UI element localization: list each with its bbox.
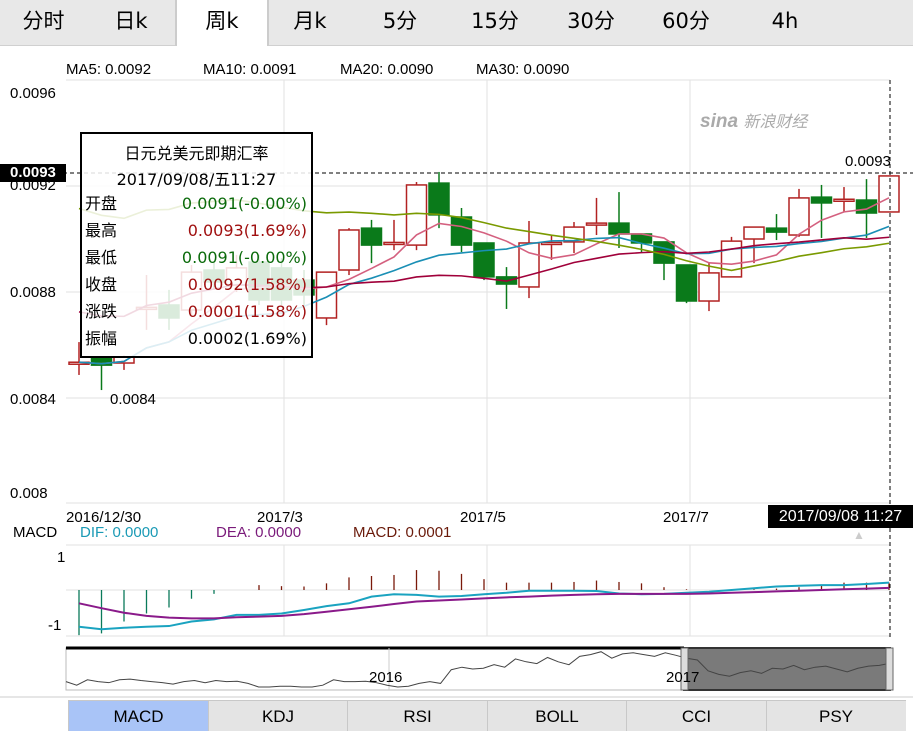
- indicator-tab-boll[interactable]: BOLL: [486, 700, 627, 731]
- candle: [810, 184, 833, 238]
- candle-body: [833, 198, 855, 202]
- tooltip-row: 最低 0.0091(-0.00%): [82, 244, 311, 271]
- macd-y-label: 1: [57, 549, 66, 566]
- indicator-tab-psy[interactable]: PSY: [765, 700, 906, 731]
- candle-body: [675, 264, 698, 302]
- indicator-tab-macd[interactable]: MACD: [68, 700, 208, 731]
- tooltip-datetime: 2017/09/08/五11:27: [116, 170, 277, 189]
- tooltip-value: 0.0091(-0.00%): [181, 194, 307, 213]
- macd-title: MACD: [13, 524, 58, 541]
- tooltip-value: 0.0001(1.58%): [187, 302, 307, 321]
- macd-y-label: -1: [48, 617, 62, 634]
- candle-body: [360, 227, 383, 246]
- candle: [450, 207, 473, 252]
- tooltip-value: 0.0002(1.69%): [187, 329, 307, 348]
- tooltip-value: 0.0092(1.58%): [187, 275, 307, 294]
- candle-body: [585, 222, 608, 226]
- tooltip-title: 日元兑美元即期汇率: [124, 144, 269, 163]
- tooltip-label: 最低: [85, 248, 118, 267]
- watermark-text: 新浪财经: [743, 112, 808, 131]
- tooltip-value: 0.0091(-0.00%): [181, 248, 307, 267]
- candle: [383, 219, 405, 251]
- tooltip-label: 涨跌: [85, 302, 118, 321]
- crosshair-price-label: 0.0093: [0, 164, 66, 182]
- candle: [315, 271, 338, 326]
- candle: [428, 171, 450, 229]
- candle-body: [765, 227, 788, 233]
- tooltip-row: 涨跌 0.0001(1.58%): [82, 298, 311, 325]
- candle: [473, 242, 495, 281]
- candle: [360, 219, 383, 264]
- candle: [833, 187, 855, 212]
- tooltip-label: 振幅: [85, 329, 118, 348]
- candle: [585, 197, 608, 236]
- candle: [675, 264, 698, 304]
- dea-line: [78, 586, 890, 620]
- candle-body: [428, 182, 450, 216]
- sina-watermark: sina 新浪财经: [700, 108, 807, 133]
- x-label: 2017/5: [460, 509, 506, 526]
- y-label: 0.0096: [10, 85, 56, 102]
- tooltip-value: 0.0093(1.69%): [187, 221, 307, 240]
- candle-body: [855, 199, 878, 214]
- min-price-label: 0.0084: [110, 391, 156, 408]
- candle: [495, 267, 518, 309]
- candle-body: [810, 196, 833, 204]
- candle-body: [450, 216, 473, 246]
- indicator-tab-kdj[interactable]: KDJ: [207, 700, 348, 731]
- tooltip-label: 收盘: [85, 275, 118, 294]
- candle: [405, 182, 428, 251]
- tooltip-row: 收盘 0.0092(1.58%): [82, 271, 311, 298]
- candle-body: [405, 184, 428, 246]
- x-label: 2017/7: [663, 509, 709, 526]
- sina-logo: sina: [700, 111, 739, 132]
- indicator-tab-cci[interactable]: CCI: [626, 700, 766, 731]
- candle-body: [878, 175, 900, 213]
- tooltip-row: 最高 0.0093(1.69%): [82, 217, 311, 244]
- tooltip-label: 最高: [85, 221, 118, 240]
- tooltip-row: 振幅 0.0002(1.69%): [82, 325, 311, 352]
- candle-body: [315, 271, 338, 319]
- candle: [698, 263, 720, 312]
- tooltip-label: 开盘: [85, 194, 118, 213]
- navigator-handle-right[interactable]: [885, 647, 894, 691]
- navigator-selection: [683, 647, 891, 691]
- dif-legend: DIF: 0.0000: [80, 524, 159, 541]
- dea-legend: DEA: 0.0000: [216, 524, 302, 541]
- scroll-up-icon[interactable]: ▲: [853, 528, 865, 542]
- navigator-label: 2016: [369, 669, 403, 686]
- candle-body: [608, 222, 630, 235]
- macd-value-legend: MACD: 0.0001: [353, 524, 452, 541]
- candle-body: [473, 242, 495, 278]
- navigator-label: 2017: [666, 669, 700, 686]
- indicator-tab-rsi[interactable]: RSI: [347, 700, 487, 731]
- y-label: 0.0084: [10, 391, 56, 408]
- y-label: 0.008: [10, 485, 48, 502]
- crosshair-date-label: 2017/09/08 11:27: [768, 505, 913, 528]
- candle-body: [720, 240, 743, 278]
- tooltip-row: 开盘 0.0091(-0.00%): [82, 190, 311, 217]
- candle: [765, 214, 788, 241]
- max-price-label: 0.0093: [845, 153, 891, 170]
- candle-body: [540, 241, 563, 246]
- candle-body: [743, 226, 765, 240]
- candle: [878, 175, 900, 213]
- candle: [90, 356, 113, 391]
- candle-body: [383, 241, 405, 246]
- candle-body: [338, 229, 360, 271]
- candle-body: [698, 272, 720, 302]
- ohlc-tooltip: 日元兑美元即期汇率 2017/09/08/五11:27 开盘 0.0091(-0.…: [80, 132, 313, 358]
- candle: [338, 228, 360, 276]
- y-label: 0.0088: [10, 284, 56, 301]
